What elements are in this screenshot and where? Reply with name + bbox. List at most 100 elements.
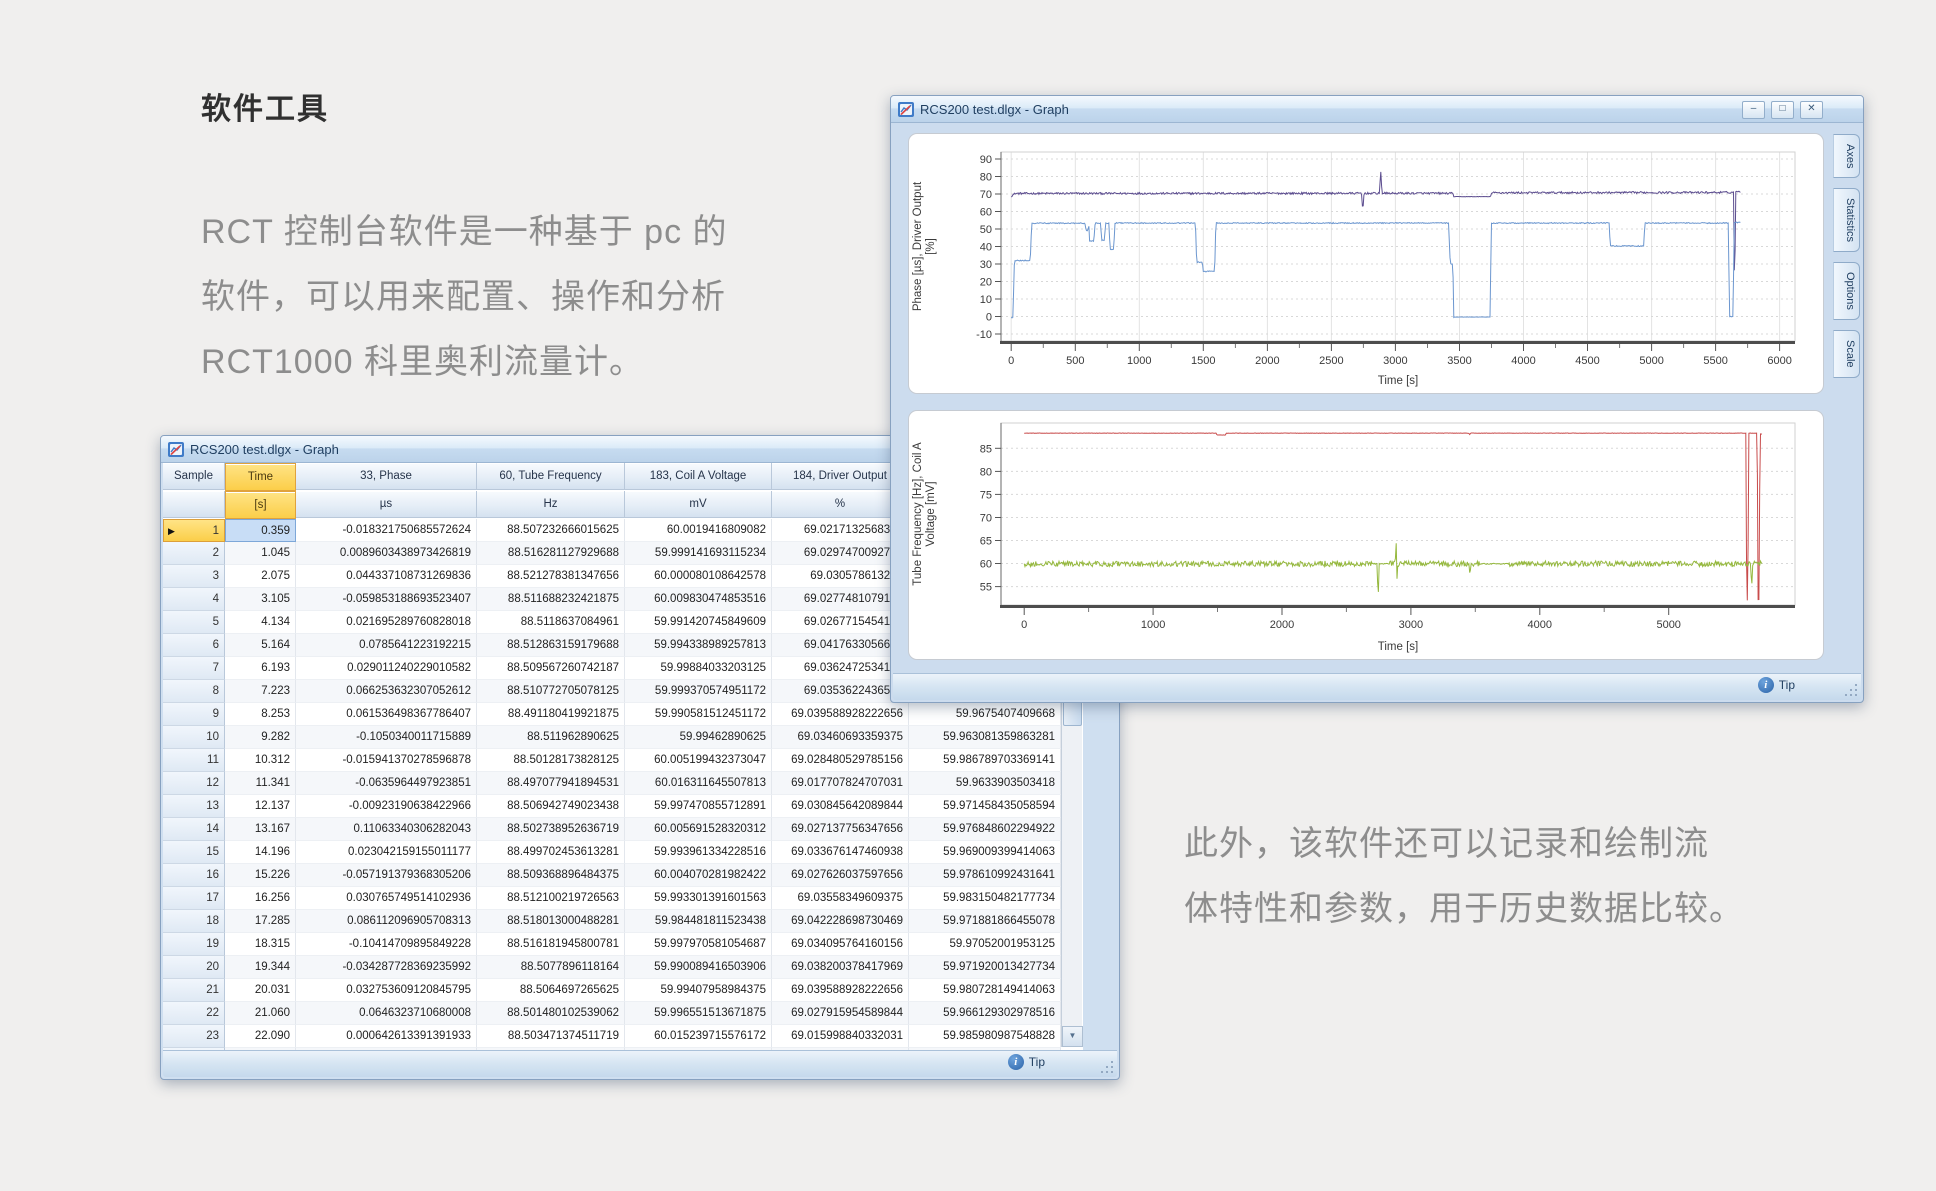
tab-axes[interactable]: Axes xyxy=(1833,134,1860,178)
table-cell[interactable]: 69.039588928222656 xyxy=(772,703,909,726)
tab-scale[interactable]: Scale xyxy=(1833,330,1860,378)
table-cell[interactable]: 69.038200378417969 xyxy=(772,956,909,979)
row-header-cell[interactable]: 23 xyxy=(163,1025,225,1048)
table-cell[interactable]: 69.027137756347656 xyxy=(772,818,909,841)
minimize-button[interactable]: – xyxy=(1742,101,1765,119)
table-cell[interactable]: 59.997470855712891 xyxy=(625,795,772,818)
table-cell[interactable]: -0.034287728369235992 xyxy=(296,956,477,979)
table-cell[interactable]: 59.9675407409668 xyxy=(909,703,1061,726)
table-cell[interactable]: 59.976848602294922 xyxy=(909,818,1061,841)
row-header-cell[interactable]: 13 xyxy=(163,795,225,818)
tab-statistics[interactable]: Statistics xyxy=(1833,188,1860,252)
row-header-cell[interactable]: 4 xyxy=(163,588,225,611)
table-cell[interactable]: 9.282 xyxy=(225,726,296,749)
row-header-cell[interactable]: 3 xyxy=(163,565,225,588)
table-cell[interactable]: -0.057191379368305206 xyxy=(296,864,477,887)
table-cell[interactable]: -0.059853188693523407 xyxy=(296,588,477,611)
row-header-cell[interactable]: 19 xyxy=(163,933,225,956)
row-header-cell[interactable]: 5 xyxy=(163,611,225,634)
table-cell[interactable]: 10.312 xyxy=(225,749,296,772)
resize-grip[interactable] xyxy=(1845,684,1857,696)
table-cell[interactable]: 59.966129302978516 xyxy=(909,1002,1061,1025)
table-cell[interactable]: 6.193 xyxy=(225,657,296,680)
table-cell[interactable]: 2.075 xyxy=(225,565,296,588)
table-cell[interactable]: 88.5064697265625 xyxy=(477,979,625,1002)
table-cell[interactable]: 88.5077896118164 xyxy=(477,956,625,979)
table-cell[interactable]: 21.060 xyxy=(225,1002,296,1025)
table-cell[interactable]: 3.105 xyxy=(225,588,296,611)
resize-grip[interactable] xyxy=(1101,1061,1113,1073)
row-header-cell[interactable]: 6 xyxy=(163,634,225,657)
table-cell[interactable]: 59.99884033203125 xyxy=(625,657,772,680)
table-cell[interactable]: -0.00923190638422966 xyxy=(296,795,477,818)
table-cell[interactable]: 0.066253632307052612 xyxy=(296,680,477,703)
scrollbar-thumb[interactable] xyxy=(1063,700,1082,726)
table-cell[interactable]: 0.0646323710680008 xyxy=(296,1002,477,1025)
table-cell[interactable]: 20.031 xyxy=(225,979,296,1002)
row-header-cell[interactable]: 21 xyxy=(163,979,225,1002)
table-cell[interactable]: 59.986789703369141 xyxy=(909,749,1061,772)
table-cell[interactable]: 69.027915954589844 xyxy=(772,1002,909,1025)
row-header-cell[interactable]: 7 xyxy=(163,657,225,680)
column-unit-header[interactable] xyxy=(163,491,225,518)
table-cell[interactable]: 0.030765749514102936 xyxy=(296,887,477,910)
table-cell[interactable]: -0.1050340011715889 xyxy=(296,726,477,749)
row-header-cell[interactable]: 16 xyxy=(163,864,225,887)
row-header-cell[interactable]: 10 xyxy=(163,726,225,749)
table-cell[interactable]: 59.971458435058594 xyxy=(909,795,1061,818)
table-cell[interactable]: -0.10414709895849228 xyxy=(296,933,477,956)
table-cell[interactable]: 59.983150482177734 xyxy=(909,887,1061,910)
row-header-cell[interactable]: 8 xyxy=(163,680,225,703)
table-cell[interactable]: 59.994338989257813 xyxy=(625,634,772,657)
table-cell[interactable]: -0.015941370278596878 xyxy=(296,749,477,772)
frequency-coil-chart[interactable]: 55606570758085010002000300040005000Time … xyxy=(909,411,1821,657)
column-header[interactable]: 33, Phase xyxy=(296,463,477,490)
row-header-cell[interactable]: 17 xyxy=(163,887,225,910)
row-header-cell[interactable]: 14 xyxy=(163,818,225,841)
table-cell[interactable]: 88.518013000488281 xyxy=(477,910,625,933)
table-cell[interactable]: 59.99462890625 xyxy=(625,726,772,749)
table-cell[interactable]: 69.042228698730469 xyxy=(772,910,909,933)
table-cell[interactable]: 88.516281127929688 xyxy=(477,542,625,565)
table-cell[interactable]: 0.0089603438973426819 xyxy=(296,542,477,565)
table-cell[interactable]: 60.015239715576172 xyxy=(625,1025,772,1048)
table-cell[interactable]: 16.256 xyxy=(225,887,296,910)
table-cell[interactable]: 17.285 xyxy=(225,910,296,933)
table-cell[interactable]: 88.503471374511719 xyxy=(477,1025,625,1048)
table-cell[interactable]: 69.0267715454101 xyxy=(772,611,909,634)
table-cell[interactable]: 88.506942749023438 xyxy=(477,795,625,818)
table-cell[interactable]: 0.021695289760828018 xyxy=(296,611,477,634)
table-cell[interactable]: 0.023042159155011177 xyxy=(296,841,477,864)
table-cell[interactable]: 0.061536498367786407 xyxy=(296,703,477,726)
table-cell[interactable]: 0.086112096905708313 xyxy=(296,910,477,933)
table-cell[interactable]: 7.223 xyxy=(225,680,296,703)
table-cell[interactable]: 69.0353622436523 xyxy=(772,680,909,703)
row-header-cell[interactable]: 18 xyxy=(163,910,225,933)
table-cell[interactable]: 60.004070281982422 xyxy=(625,864,772,887)
phase-driver-chart[interactable]: -100102030405060708090050010001500200025… xyxy=(909,134,1821,391)
table-cell[interactable]: 88.521278381347656 xyxy=(477,565,625,588)
close-button[interactable]: ✕ xyxy=(1800,101,1823,119)
row-header-cell[interactable]: 12 xyxy=(163,772,225,795)
table-cell[interactable]: 88.50128173828125 xyxy=(477,749,625,772)
table-cell[interactable]: 69.034095764160156 xyxy=(772,933,909,956)
row-header-cell[interactable]: 11 xyxy=(163,749,225,772)
table-cell[interactable]: 69.039588928222656 xyxy=(772,979,909,1002)
table-cell[interactable]: 88.511962890625 xyxy=(477,726,625,749)
table-cell[interactable]: 1.045 xyxy=(225,542,296,565)
table-cell[interactable]: 0.044337108731269836 xyxy=(296,565,477,588)
scroll-down-icon[interactable]: ▼ xyxy=(1062,1026,1083,1047)
table-cell[interactable]: 22.090 xyxy=(225,1025,296,1048)
table-cell[interactable]: 59.963081359863281 xyxy=(909,726,1061,749)
table-cell[interactable]: 88.516181945800781 xyxy=(477,933,625,956)
table-cell[interactable]: 59.980728149414063 xyxy=(909,979,1061,1002)
row-header-cell[interactable]: 22 xyxy=(163,1002,225,1025)
table-cell[interactable]: 69.015998840332031 xyxy=(772,1025,909,1048)
table-cell[interactable]: 69.0362472534179 xyxy=(772,657,909,680)
table-cell[interactable]: 5.164 xyxy=(225,634,296,657)
column-unit-header[interactable]: % xyxy=(772,491,909,518)
row-header-cell[interactable]: 15 xyxy=(163,841,225,864)
table-cell[interactable]: 59.993301391601563 xyxy=(625,887,772,910)
tab-options[interactable]: Options xyxy=(1833,262,1860,320)
column-unit-header[interactable]: µs xyxy=(296,491,477,518)
